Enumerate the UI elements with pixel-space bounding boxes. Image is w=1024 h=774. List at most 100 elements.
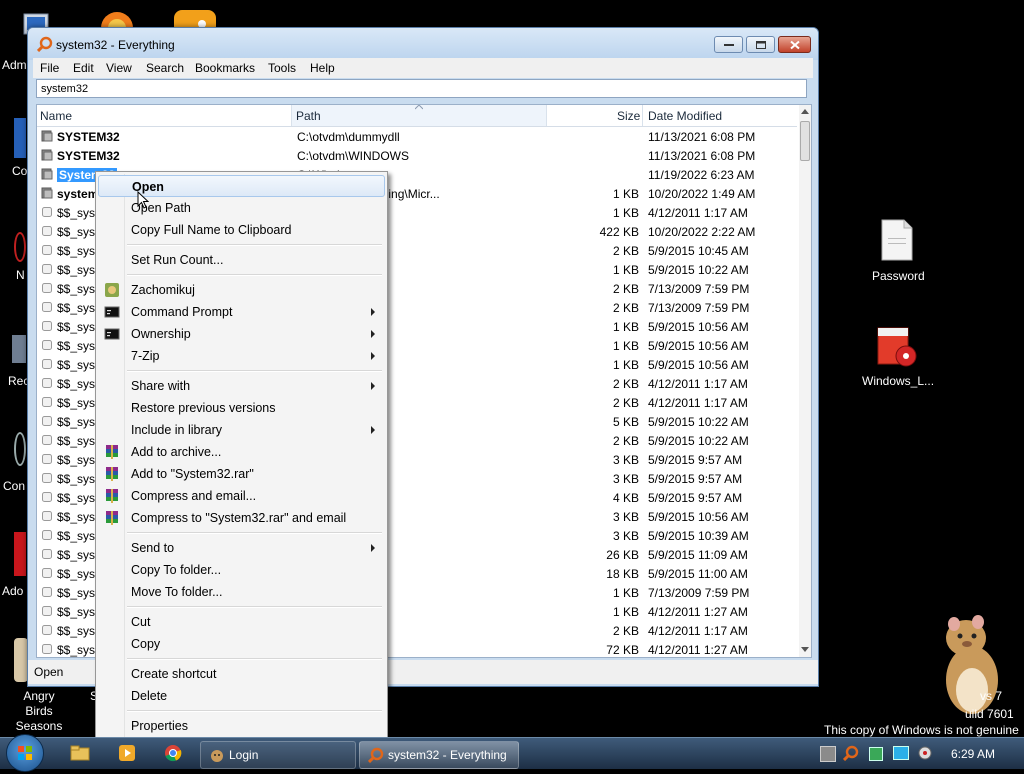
context-menu-item[interactable]: Restore previous versions [98,397,385,419]
column-name[interactable]: Name [40,109,72,123]
close-icon [789,40,800,49]
context-menu-item[interactable]: Command Prompt [98,301,385,323]
context-menu-item[interactable]: Compress and email... [98,485,385,507]
tray-volume-icon[interactable] [917,745,933,761]
taskbar-everything-button[interactable]: system32 - Everything [359,741,519,769]
app-icon-orange[interactable] [172,8,218,34]
title-bar[interactable]: system32 - Everything [28,28,818,60]
file-icon [42,454,52,464]
windows-loader-icon[interactable] [876,322,920,368]
minimize-button[interactable] [714,36,743,53]
context-menu-label: Properties [131,719,188,733]
column-path[interactable]: Path [296,109,321,123]
table-row[interactable]: SYSTEM32 C:\otvdm\WINDOWS 11/13/2021 6:08 … [37,146,797,165]
row-size: 3 KB [612,529,639,543]
tray-icon-app[interactable] [820,746,836,762]
context-menu-item[interactable]: Move To folder... [98,581,385,603]
cmd-icon [104,328,120,340]
context-menu-item[interactable]: Share with [98,375,385,397]
folder-icon [41,187,53,199]
desktop-icon-left-5[interactable] [14,432,26,466]
row-size: 1 KB [612,358,639,372]
context-menu-label: Command Prompt [131,305,233,319]
context-menu-item[interactable]: Compress to "System32.rar" and email [98,507,385,529]
tray-everything-icon[interactable] [843,745,859,761]
firefox-icon[interactable] [95,8,139,44]
row-date: 5/9/2015 11:00 AM [648,567,748,581]
winrar-icon [106,489,118,503]
tray-network-icon[interactable] [869,747,883,761]
column-header: Name Path Size Date Modified [37,105,797,127]
context-menu-item[interactable]: Zachomikuj [98,279,385,301]
context-menu-item[interactable]: Send to [98,537,385,559]
context-menu-item[interactable]: Include in library [98,419,385,441]
column-date[interactable]: Date Modified [648,109,722,123]
menu-view[interactable]: View [106,61,132,75]
context-menu-item[interactable]: Set Run Count... [98,249,385,271]
chrome-taskbar-icon[interactable] [164,744,182,765]
menu-tools[interactable]: Tools [268,61,296,75]
column-size[interactable]: Size [617,109,640,123]
row-size: 2 KB [612,396,639,410]
menu-search[interactable]: Search [146,61,184,75]
row-size: 1 KB [612,320,639,334]
file-icon [42,207,52,217]
hamster-mascot[interactable] [930,610,1010,720]
context-menu-item[interactable]: Create shortcut [98,663,385,685]
row-size: 1 KB [612,605,639,619]
row-name: SYSTEM32 [57,149,120,163]
context-menu-item[interactable]: 7-Zip [98,345,385,367]
menu-edit[interactable]: Edit [73,61,94,75]
context-menu-label: Move To folder... [131,585,223,599]
row-date: 4/12/2011 1:17 AM [648,396,748,410]
close-button[interactable] [778,36,811,53]
magnifier-icon [368,747,384,763]
search-input[interactable]: system32 [36,79,807,98]
file-icon [42,245,52,255]
vertical-scrollbar[interactable] [799,105,811,657]
submenu-arrow-icon [371,330,375,338]
menu-help[interactable]: Help [310,61,335,75]
context-menu-item[interactable]: Add to archive... [98,441,385,463]
scroll-up-icon[interactable] [801,109,809,114]
desktop-icon-left-2[interactable] [14,118,26,158]
tray-monitor-icon[interactable] [893,746,909,760]
desktop-label: N [16,268,25,282]
scroll-thumb[interactable] [800,121,810,161]
file-icon [42,644,52,654]
password-file-icon[interactable] [880,218,914,262]
file-icon [42,302,52,312]
explorer-taskbar-icon[interactable] [70,744,90,765]
row-date: 4/12/2011 1:17 AM [648,624,748,638]
context-menu-item[interactable]: Ownership [98,323,385,345]
context-menu-item[interactable]: Delete [98,685,385,707]
context-menu-item[interactable]: Copy Full Name to Clipboard [98,219,385,241]
menu-file[interactable]: File [40,61,59,75]
file-icon [42,264,52,274]
row-date: 11/19/2022 6:23 AM [648,168,755,182]
menu-bookmarks[interactable]: Bookmarks [195,61,255,75]
adobe-icon[interactable] [14,532,26,576]
row-date: 5/9/2015 10:56 AM [648,358,749,372]
context-menu-item[interactable]: Copy To folder... [98,559,385,581]
context-menu-label: 7-Zip [131,349,160,363]
maximize-button[interactable] [746,36,775,53]
start-button[interactable] [6,734,44,772]
context-menu-item[interactable]: Add to "System32.rar" [98,463,385,485]
row-size: 72 KB [606,643,639,657]
angry-birds-icon[interactable] [14,638,28,682]
taskbar-login-button[interactable]: Login [200,741,356,769]
desktop-label: Con [3,479,26,493]
desktop-icon-left-3[interactable] [14,232,26,262]
context-menu-item[interactable]: Cut [98,611,385,633]
media-player-taskbar-icon[interactable] [118,744,136,765]
recycle-bin-icon[interactable] [12,335,26,363]
row-size: 1 KB [612,263,639,277]
row-name: SYSTEM32 [57,130,120,144]
scroll-down-icon[interactable] [801,647,809,652]
clock[interactable]: 6:29 AM [951,747,995,761]
table-row[interactable]: SYSTEM32 C:\otvdm\dummydll 11/13/2021 6:08… [37,127,797,146]
context-menu-item[interactable]: Properties [98,715,385,737]
row-size: 1 KB [612,187,639,201]
context-menu-item[interactable]: Copy [98,633,385,655]
